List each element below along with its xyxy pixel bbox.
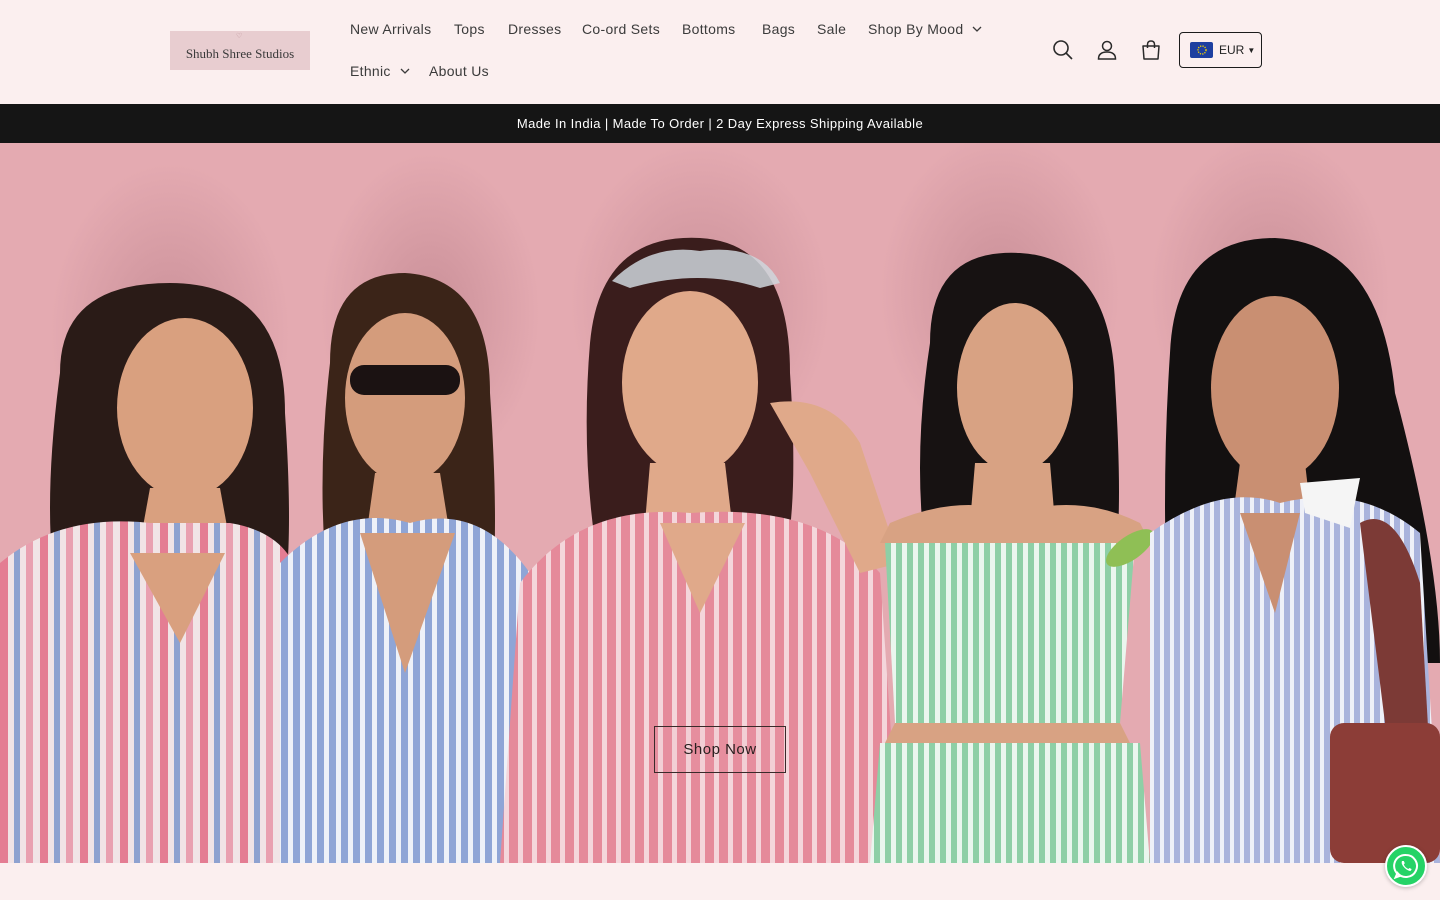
shop-now-button[interactable]: Shop Now: [654, 726, 786, 773]
site-header: ♡ Shubh Shree Studios New Arrivals Tops …: [0, 0, 1440, 104]
nav-sale[interactable]: Sale: [817, 19, 846, 39]
nav-shop-by-mood-label: Shop By Mood: [868, 21, 964, 37]
announcement-text: Made In India | Made To Order | 2 Day Ex…: [516, 116, 924, 131]
nav-bags[interactable]: Bags: [762, 19, 795, 39]
account-button[interactable]: [1093, 36, 1121, 64]
search-icon: [1053, 40, 1073, 60]
eu-flag-icon: [1190, 42, 1213, 58]
caret-down-icon: ▼: [1247, 45, 1256, 55]
nav-ethnic-label: Ethnic: [350, 63, 391, 79]
nav-tops[interactable]: Tops: [454, 19, 485, 39]
hero-banner: Shop Now: [0, 143, 1440, 863]
chevron-down-icon: [400, 66, 410, 76]
nav-about-us[interactable]: About Us: [429, 61, 489, 81]
logo-heart-icon: ♡: [236, 33, 243, 40]
nav-shop-by-mood[interactable]: Shop By Mood: [868, 19, 982, 39]
chevron-down-icon: [972, 24, 982, 34]
nav-dresses[interactable]: Dresses: [508, 19, 561, 39]
cart-button[interactable]: [1137, 36, 1165, 64]
whatsapp-button[interactable]: [1385, 845, 1427, 887]
nav-coord-sets[interactable]: Co-ord Sets: [582, 19, 660, 39]
currency-selector[interactable]: EUR ▼: [1179, 32, 1262, 68]
nav-new-arrivals[interactable]: New Arrivals: [350, 19, 431, 39]
cart-icon: [1142, 40, 1160, 60]
search-button[interactable]: [1049, 36, 1077, 64]
whatsapp-icon: [1393, 853, 1418, 880]
brand-name: Shubh Shree Studios: [185, 45, 295, 61]
account-icon: [1097, 40, 1117, 60]
announcement-bar: Made In India | Made To Order | 2 Day Ex…: [0, 104, 1440, 143]
currency-code: EUR: [1219, 43, 1245, 57]
nav-bottoms[interactable]: Bottoms: [682, 19, 735, 39]
nav-ethnic[interactable]: Ethnic: [350, 61, 410, 81]
brand-logo[interactable]: ♡ Shubh Shree Studios: [170, 31, 310, 70]
